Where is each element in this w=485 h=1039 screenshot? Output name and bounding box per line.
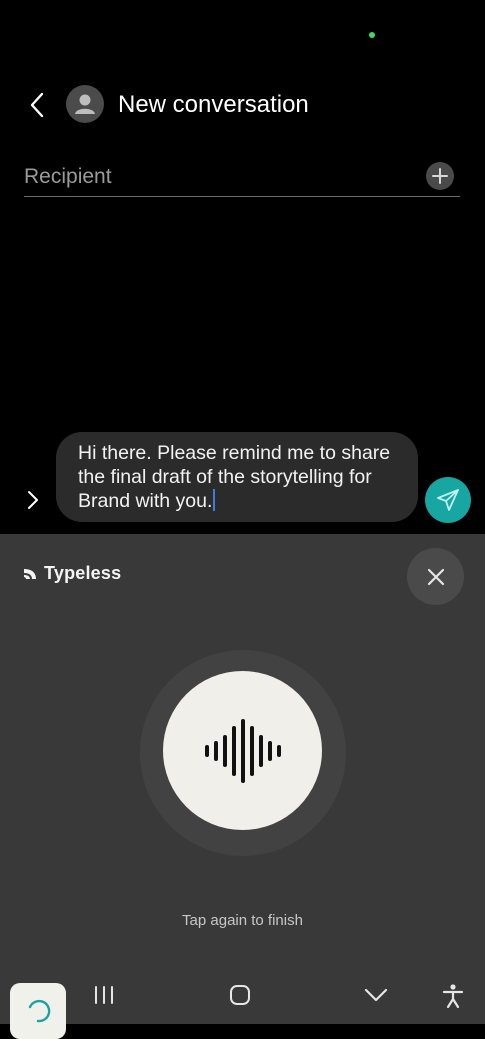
close-button[interactable] xyxy=(407,548,464,605)
brand-name: Typeless xyxy=(44,563,122,583)
typeless-logo-icon xyxy=(24,568,36,579)
chevron-down-icon xyxy=(364,988,388,1002)
keyboard-brand: Typeless xyxy=(22,563,121,584)
close-icon xyxy=(427,568,444,585)
voice-hint: Tap again to finish xyxy=(182,912,303,929)
keyboard-switch-tile[interactable] xyxy=(10,983,66,1039)
hide-keyboard-button[interactable] xyxy=(360,980,392,1010)
accessibility-icon xyxy=(442,984,464,1009)
message-text: Hi there. Please remind me to share the … xyxy=(78,442,391,512)
status-indicator-dot xyxy=(369,32,375,38)
waveform-icon xyxy=(204,718,281,783)
recents-icon xyxy=(95,986,113,1004)
chevron-right-icon xyxy=(28,491,38,509)
text-caret xyxy=(213,489,216,511)
back-button[interactable] xyxy=(22,88,52,122)
recents-button[interactable] xyxy=(88,980,120,1010)
add-recipient-button[interactable] xyxy=(426,162,454,190)
chevron-left-icon xyxy=(30,92,44,118)
message-input[interactable]: Hi there. Please remind me to share the … xyxy=(56,432,418,522)
loading-icon xyxy=(28,999,51,1023)
home-button[interactable] xyxy=(224,980,256,1010)
plus-icon xyxy=(432,168,448,184)
avatar[interactable] xyxy=(66,85,104,123)
accessibility-button[interactable] xyxy=(436,980,470,1012)
send-button[interactable] xyxy=(425,477,471,523)
paper-plane-icon xyxy=(437,489,459,511)
expand-options-button[interactable] xyxy=(22,486,44,514)
page-title: New conversation xyxy=(118,91,309,118)
voice-record-button[interactable] xyxy=(163,671,322,830)
recipient-field xyxy=(24,160,460,197)
home-icon xyxy=(230,985,250,1005)
recipient-input[interactable] xyxy=(24,162,404,192)
person-icon xyxy=(75,94,95,114)
